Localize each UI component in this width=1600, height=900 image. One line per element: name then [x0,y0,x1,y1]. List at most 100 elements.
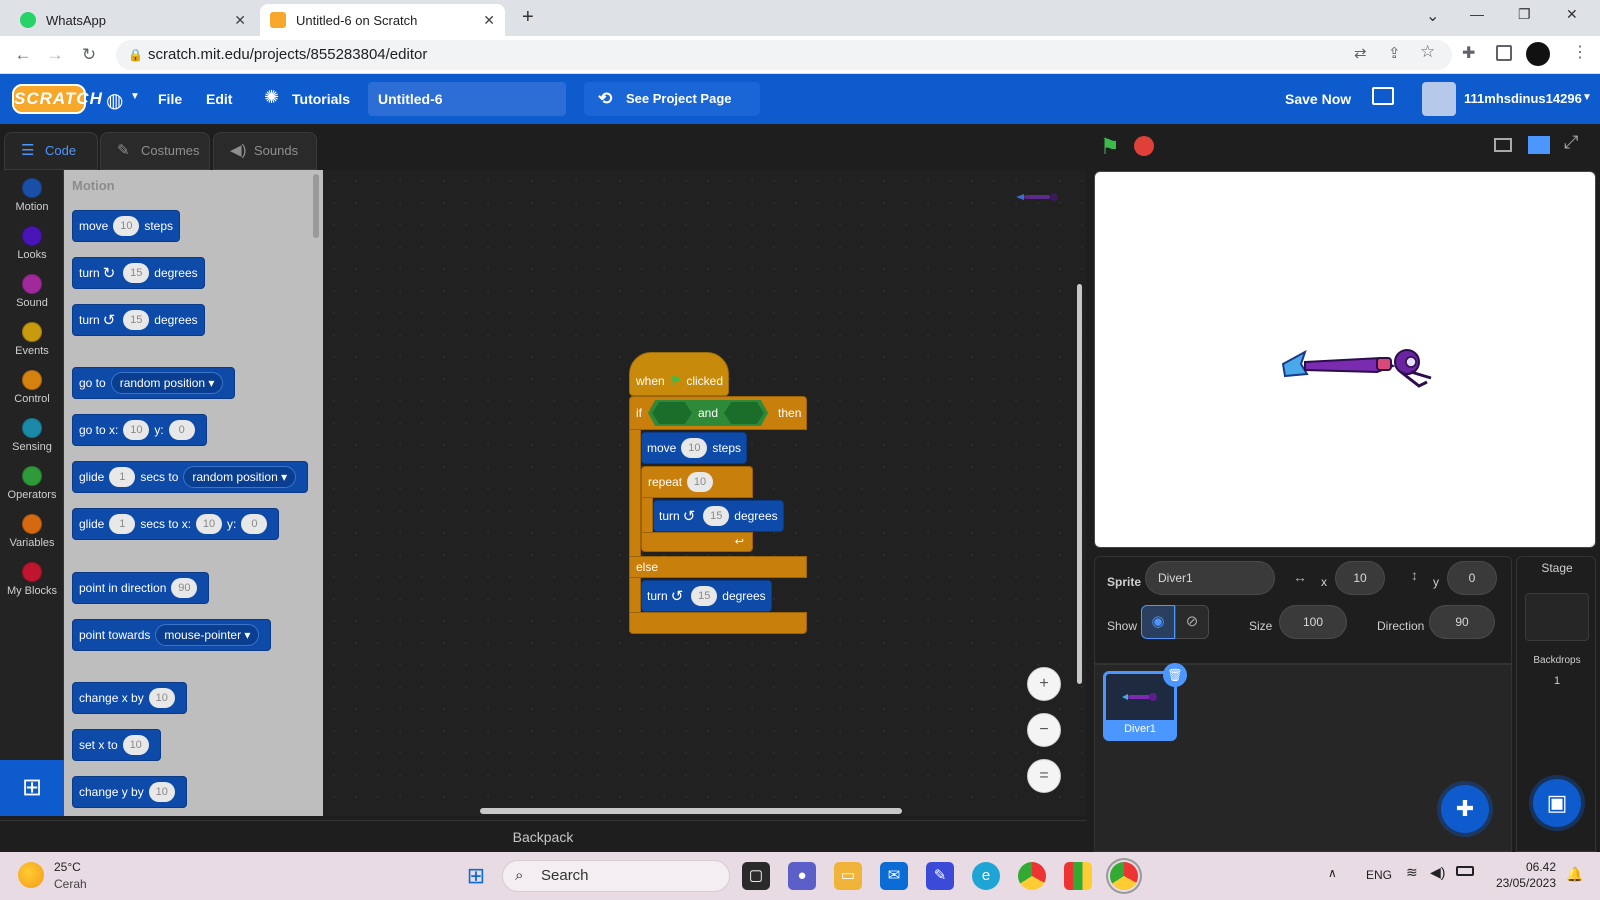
block-move-steps[interactable]: move 10 steps [72,210,181,242]
category-control[interactable]: Control [0,366,64,414]
share-icon[interactable]: ⇪ [1388,44,1401,62]
reload-icon[interactable]: ↻ [78,44,100,66]
repeat-block[interactable]: repeat 10 [641,466,753,498]
block-dropdown[interactable]: random position ▾ [183,466,297,488]
block-input[interactable]: 15 [123,310,150,330]
backpack-bar[interactable]: Backpack [0,820,1086,852]
green-flag-icon[interactable]: ⚑ [1100,134,1120,160]
add-sprite-button[interactable]: ✚ [1441,785,1489,833]
block-input[interactable]: 10 [113,216,140,236]
clock-time[interactable]: 06.42 [1522,860,1556,874]
block-input[interactable]: 1 [109,467,136,487]
block-input[interactable]: 0 [241,514,268,534]
tab-code[interactable]: ☰ Code [4,132,98,170]
side-panel-icon[interactable] [1496,45,1512,61]
block-input[interactable]: 10 [122,735,149,755]
block-point-in-direction[interactable]: point in direction 90 [72,572,210,604]
close-tab-icon[interactable]: ✕ [483,12,495,29]
direction-input[interactable]: 90 [1429,605,1495,639]
turn-left-block[interactable]: turn ↺ 15 degrees [653,500,784,532]
palette-scrollbar[interactable] [313,174,319,238]
zoom-reset-button[interactable]: = [1027,759,1061,793]
chrome-icon[interactable] [1018,862,1046,890]
category-sensing[interactable]: Sensing [0,414,64,462]
block-dropdown[interactable]: random position ▾ [110,372,224,394]
restore-button[interactable]: ❐ [1518,6,1531,23]
block-input[interactable]: 10 [687,472,714,492]
tab-search-icon[interactable]: ⌄ [1426,6,1439,26]
move-steps-block[interactable]: move 10 steps [641,432,748,464]
workspace-horizontal-scrollbar[interactable] [480,808,902,814]
user-avatar[interactable] [1422,82,1456,116]
store-app-icon[interactable] [1064,862,1092,890]
stage-thumbnail[interactable] [1525,593,1589,641]
add-extension-button[interactable]: ⊞ [0,760,64,816]
block-input[interactable]: 15 [691,586,718,606]
save-now-button[interactable]: Save Now [1285,74,1351,124]
else-turn-left-block[interactable]: turn ↺ 15 degrees [641,580,772,612]
url-field[interactable]: 🔒 scratch.mit.edu/projects/855283804/edi… [116,40,1452,70]
block-turn-left[interactable]: turn ↺ 15 degrees [72,304,205,336]
empty-boolean-slot[interactable] [652,402,692,424]
x-input[interactable]: 10 [1335,561,1385,595]
zoom-out-button[interactable]: − [1027,713,1061,747]
category-looks[interactable]: Looks [0,222,64,270]
close-window-button[interactable]: ✕ [1566,6,1578,23]
scratch-logo[interactable]: SCRATCH [12,84,102,114]
sprite-name-input[interactable]: Diver1 [1145,561,1275,595]
size-input[interactable]: 100 [1279,605,1347,639]
see-project-page-button[interactable]: ⟲ See Project Page [584,82,760,116]
block-input[interactable]: 1 [109,514,136,534]
edit-menu[interactable]: Edit [206,74,232,124]
block-turn-right[interactable]: turn ↻ 15 degrees [72,257,205,289]
mail-icon[interactable]: ✉ [880,862,908,890]
project-title-input[interactable]: Untitled-6 [368,82,566,116]
profile-avatar[interactable] [1526,42,1550,66]
category-sound[interactable]: Sound [0,270,64,318]
block-go-to-xy[interactable]: go to x: 10 y: 0 [72,414,207,446]
file-explorer-icon[interactable]: ▭ [834,862,862,890]
browser-menu-icon[interactable]: ⋮ [1572,42,1588,62]
tutorials-menu[interactable]: Tutorials [292,74,350,124]
chrome-active-icon[interactable] [1110,862,1138,890]
block-input[interactable]: 15 [123,263,150,283]
windows-start-icon[interactable]: ⊞ [462,862,490,890]
tab-costumes[interactable]: ✎ Costumes [100,132,210,170]
normal-stage-icon[interactable] [1528,136,1550,154]
weather-sun-icon[interactable] [18,862,44,888]
extensions-icon[interactable]: ✚ [1462,43,1475,63]
close-tab-icon[interactable]: ✕ [234,12,246,29]
show-sprite-button[interactable]: ◉ [1141,605,1175,639]
globe-icon[interactable]: ◍ [106,88,123,113]
category-events[interactable]: Events [0,318,64,366]
block-input[interactable]: 10 [148,688,175,708]
tab-sounds[interactable]: ◀) Sounds [213,132,317,170]
username[interactable]: 111mhsdinus14296 [1464,74,1582,124]
block-input[interactable]: 90 [171,578,198,598]
tab-scratch[interactable]: Untitled-6 on Scratch ✕ [260,4,505,36]
wifi-icon[interactable]: ≋ [1406,864,1418,881]
forward-icon[interactable]: → [44,44,66,66]
block-glide-to[interactable]: glide 1 secs to random position ▾ [72,461,309,493]
block-change-x[interactable]: change x by 10 [72,682,187,714]
tab-whatsapp[interactable]: WhatsApp ✕ [10,4,256,36]
hide-sprite-button[interactable]: ⊘ [1175,605,1209,639]
notifications-icon[interactable]: 🔔 [1566,866,1583,883]
when-flag-clicked-block[interactable]: when ⚑ clicked [629,352,729,396]
fullscreen-icon[interactable]: ⤢ [1564,132,1578,153]
chevron-down-icon[interactable]: ▼ [1582,92,1592,103]
block-glide-to-xy[interactable]: glide 1 secs to x: 10 y: 0 [72,508,280,540]
block-input[interactable]: 15 [703,506,730,526]
task-view-icon[interactable]: ▢ [742,862,770,890]
folder-icon[interactable] [1372,87,1394,105]
block-change-y[interactable]: change y by 10 [72,776,187,808]
stage-selector-panel[interactable]: Stage Backdrops 1 ▣ [1516,556,1596,852]
battery-icon[interactable] [1456,866,1474,876]
category-variables[interactable]: Variables [0,510,64,558]
language-indicator[interactable]: ENG [1366,868,1392,882]
block-set-x[interactable]: set x to 10 [72,729,161,761]
whiteboard-icon[interactable]: ✎ [926,862,954,890]
edge-browser-icon[interactable]: e [972,862,1000,890]
teams-chat-icon[interactable]: ● [788,862,816,890]
translate-icon[interactable]: ⇄ [1354,44,1367,62]
